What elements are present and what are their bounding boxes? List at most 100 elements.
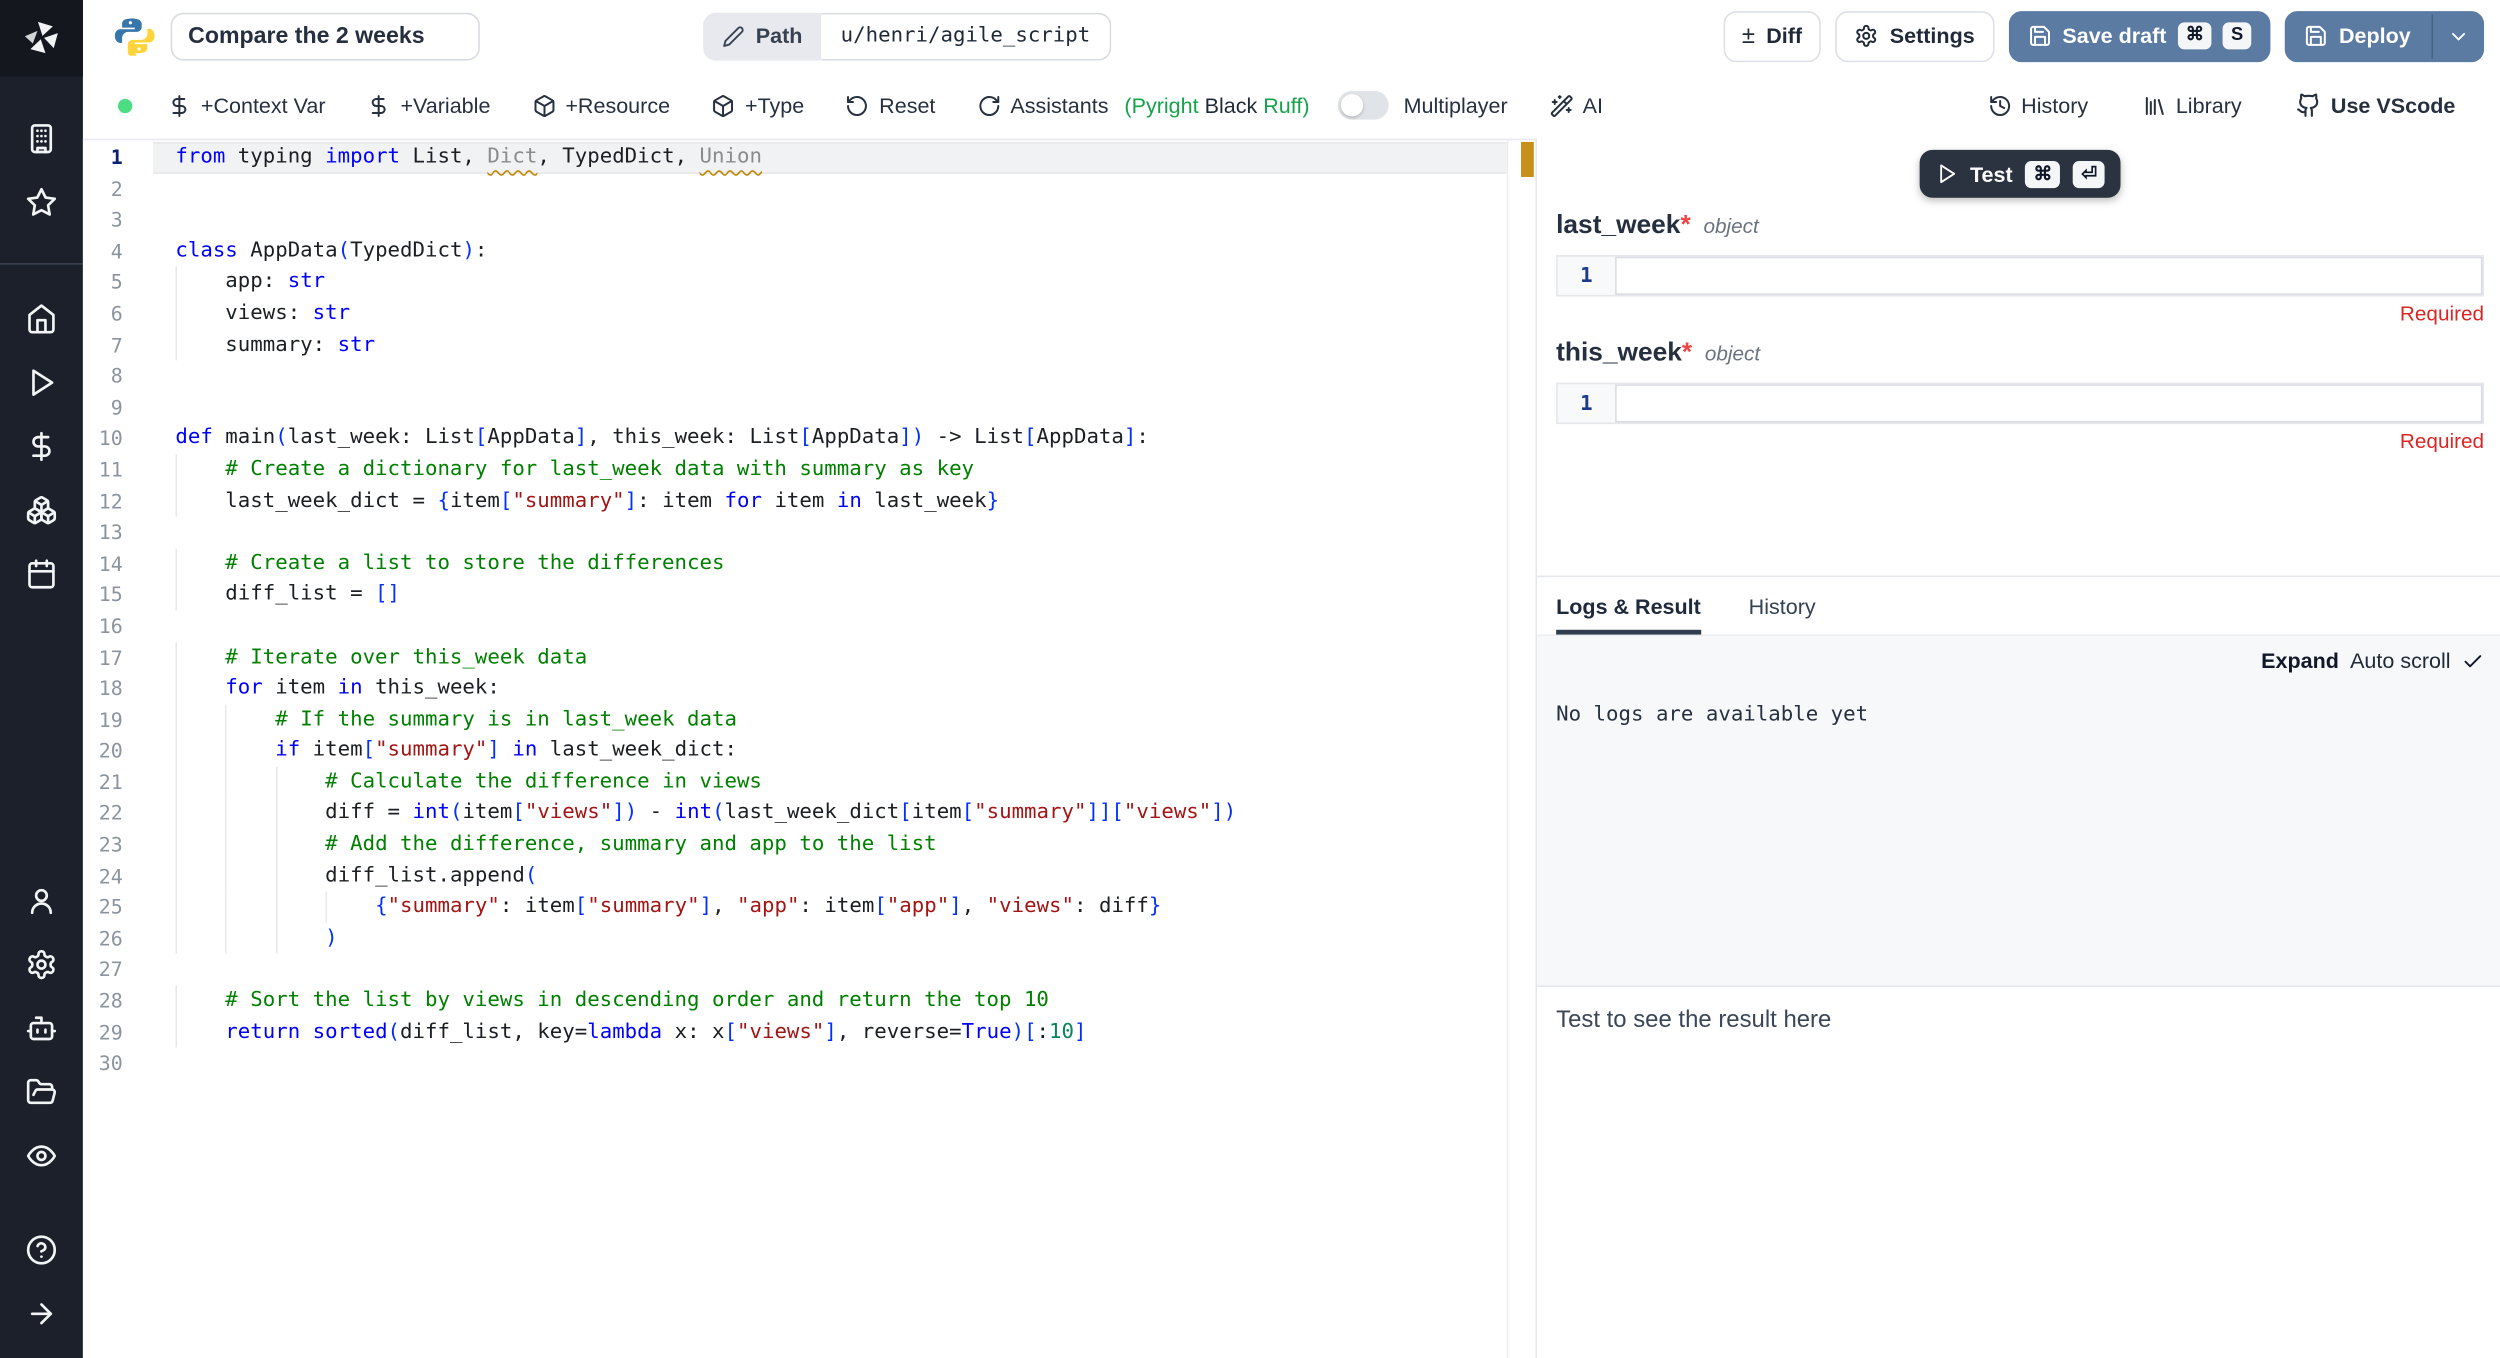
sidebar-item-favorites[interactable] bbox=[0, 171, 83, 235]
code-line[interactable]: 19 # If the summary is in last_week data bbox=[83, 704, 1507, 735]
sidebar-item-audit-logs[interactable] bbox=[0, 1124, 83, 1188]
code-line[interactable]: 30 bbox=[83, 1048, 1507, 1079]
path-edit-button[interactable]: Path bbox=[703, 12, 821, 60]
code-line[interactable]: 2 bbox=[83, 173, 1507, 204]
required-asterisk: * bbox=[1682, 338, 1692, 367]
sidebar-expand[interactable] bbox=[0, 1282, 83, 1346]
code-line[interactable]: 15 diff_list = [] bbox=[83, 579, 1507, 610]
code-line[interactable]: 11 # Create a dictionary for last_week d… bbox=[83, 454, 1507, 485]
toolbar-right: History Library Use VScode bbox=[1988, 92, 2456, 118]
code-line[interactable]: 20 if item["summary"] in last_week_dict: bbox=[83, 735, 1507, 766]
code-line[interactable]: 13 bbox=[83, 517, 1507, 548]
windmill-script-editor: Path u/henri/agile_script ± Diff Setting… bbox=[0, 0, 2500, 1358]
code-line[interactable]: 26 ) bbox=[83, 923, 1507, 954]
editor-overview-ruler[interactable] bbox=[1507, 139, 1536, 1358]
expand-button[interactable]: Expand bbox=[2261, 649, 2339, 673]
line-number: 9 bbox=[83, 392, 153, 423]
tab-history[interactable]: History bbox=[1749, 577, 1816, 634]
code-line[interactable]: 23 # Add the difference, summary and app… bbox=[83, 829, 1507, 860]
refresh-cw-icon bbox=[977, 93, 1001, 117]
add-context-var-button[interactable]: +Context Var bbox=[167, 93, 325, 117]
code-line[interactable]: 16 bbox=[83, 611, 1507, 642]
line-number: 12 bbox=[83, 486, 153, 517]
mini-editor-content[interactable] bbox=[1615, 257, 2482, 295]
library-icon bbox=[2142, 93, 2166, 117]
history-button[interactable]: History bbox=[1988, 93, 2088, 117]
sidebar-item-folders[interactable] bbox=[0, 1060, 83, 1124]
add-resource-label: +Resource bbox=[565, 93, 670, 117]
script-title-input[interactable] bbox=[171, 12, 480, 60]
code-line[interactable]: 14 # Create a list to store the differen… bbox=[83, 548, 1507, 579]
kbd-cmd: ⌘ bbox=[2178, 22, 2212, 49]
code-line[interactable]: 25 {"summary": item["summary"], "app": i… bbox=[83, 892, 1507, 923]
chevron-down-icon[interactable] bbox=[2447, 25, 2469, 47]
library-button[interactable]: Library bbox=[2142, 93, 2241, 117]
use-vscode-label: Use VScode bbox=[2331, 93, 2455, 117]
deploy-button[interactable]: Deploy bbox=[2285, 10, 2484, 61]
path-value[interactable]: u/henri/agile_script bbox=[822, 12, 1111, 60]
windmill-logo-icon bbox=[21, 18, 62, 59]
code-line[interactable]: 3 bbox=[83, 204, 1507, 235]
lsp-ruff: Ruff bbox=[1263, 93, 1302, 117]
sidebar-item-home[interactable] bbox=[0, 287, 83, 351]
sidebar-item-workspace[interactable] bbox=[0, 107, 83, 171]
code-line[interactable]: 4class AppData(TypedDict): bbox=[83, 236, 1507, 267]
code-line[interactable]: 24 diff_list.append( bbox=[83, 860, 1507, 891]
multiplayer-toggle[interactable] bbox=[1338, 91, 1389, 120]
windmill-logo[interactable] bbox=[0, 0, 83, 77]
line-number: 27 bbox=[83, 954, 153, 985]
lsp-pyright: Pyright bbox=[1132, 93, 1199, 117]
add-type-button[interactable]: +Type bbox=[712, 93, 805, 117]
mini-editor-line-number: 1 bbox=[1558, 384, 1615, 422]
sidebar-item-users[interactable] bbox=[0, 869, 83, 933]
code-editor[interactable]: 1from typing import List, Dict, TypedDic… bbox=[83, 139, 1507, 1358]
code-line[interactable]: 1from typing import List, Dict, TypedDic… bbox=[83, 142, 1507, 173]
sidebar-item-variables[interactable] bbox=[0, 415, 83, 479]
sidebar-item-resources[interactable] bbox=[0, 478, 83, 542]
tab-logs-result[interactable]: Logs & Result bbox=[1556, 577, 1701, 634]
settings-button[interactable]: Settings bbox=[1836, 10, 1994, 61]
sidebar-item-schedules[interactable] bbox=[0, 542, 83, 606]
code-line[interactable]: 21 # Calculate the difference in views bbox=[83, 767, 1507, 798]
code-line[interactable]: 17 # Iterate over this_week data bbox=[83, 642, 1507, 673]
code-line[interactable]: 8 bbox=[83, 361, 1507, 392]
auto-scroll-toggle[interactable]: Auto scroll bbox=[2350, 649, 2450, 673]
line-number: 7 bbox=[83, 329, 153, 360]
toggle-knob bbox=[1341, 94, 1363, 116]
sidebar-item-runs[interactable] bbox=[0, 351, 83, 415]
code-line[interactable]: 27 bbox=[83, 954, 1507, 985]
mini-editor-line-number: 1 bbox=[1558, 257, 1615, 295]
ai-button[interactable]: AI bbox=[1549, 93, 1603, 117]
code-line[interactable]: 22 diff = int(item["views"]) - int(last_… bbox=[83, 798, 1507, 829]
reset-label: Reset bbox=[879, 93, 935, 117]
add-variable-label: +Variable bbox=[400, 93, 490, 117]
assistants-button[interactable]: Assistants bbox=[977, 93, 1109, 117]
multiplayer-label[interactable]: Multiplayer bbox=[1404, 93, 1508, 117]
code-line[interactable]: 6 views: str bbox=[83, 298, 1507, 329]
line-number: 15 bbox=[83, 579, 153, 610]
sidebar-item-workers[interactable] bbox=[0, 996, 83, 1060]
diff-button[interactable]: ± Diff bbox=[1723, 10, 1821, 61]
calendar-icon bbox=[26, 558, 58, 590]
mini-editor-content[interactable] bbox=[1615, 384, 2482, 422]
sidebar-item-settings[interactable] bbox=[0, 933, 83, 997]
sidebar-item-help[interactable] bbox=[0, 1218, 83, 1282]
arg-input-this-week[interactable]: 1 bbox=[1556, 383, 2484, 424]
test-button[interactable]: Test ⌘ ⏎ bbox=[1919, 150, 2121, 198]
save-draft-button[interactable]: Save draft ⌘ S bbox=[2008, 10, 2270, 61]
deploy-label: Deploy bbox=[2339, 24, 2411, 48]
code-line[interactable]: 9 bbox=[83, 392, 1507, 423]
code-line[interactable]: 12 last_week_dict = {item["summary"]: it… bbox=[83, 486, 1507, 517]
code-line[interactable]: 28 # Sort the list by views in descendin… bbox=[83, 985, 1507, 1016]
code-line[interactable]: 29 return sorted(diff_list, key=lambda x… bbox=[83, 1017, 1507, 1048]
code-line[interactable]: 18 for item in this_week: bbox=[83, 673, 1507, 704]
code-line[interactable]: 5 app: str bbox=[83, 267, 1507, 298]
add-variable-button[interactable]: +Variable bbox=[367, 93, 490, 117]
arg-input-last-week[interactable]: 1 bbox=[1556, 255, 2484, 296]
code-line[interactable]: 7 summary: str bbox=[83, 329, 1507, 360]
star-icon bbox=[26, 187, 58, 219]
add-resource-button[interactable]: +Resource bbox=[532, 93, 670, 117]
use-vscode-button[interactable]: Use VScode bbox=[2296, 92, 2456, 118]
reset-button[interactable]: Reset bbox=[846, 93, 936, 117]
code-line[interactable]: 10def main(last_week: List[AppData], thi… bbox=[83, 423, 1507, 454]
